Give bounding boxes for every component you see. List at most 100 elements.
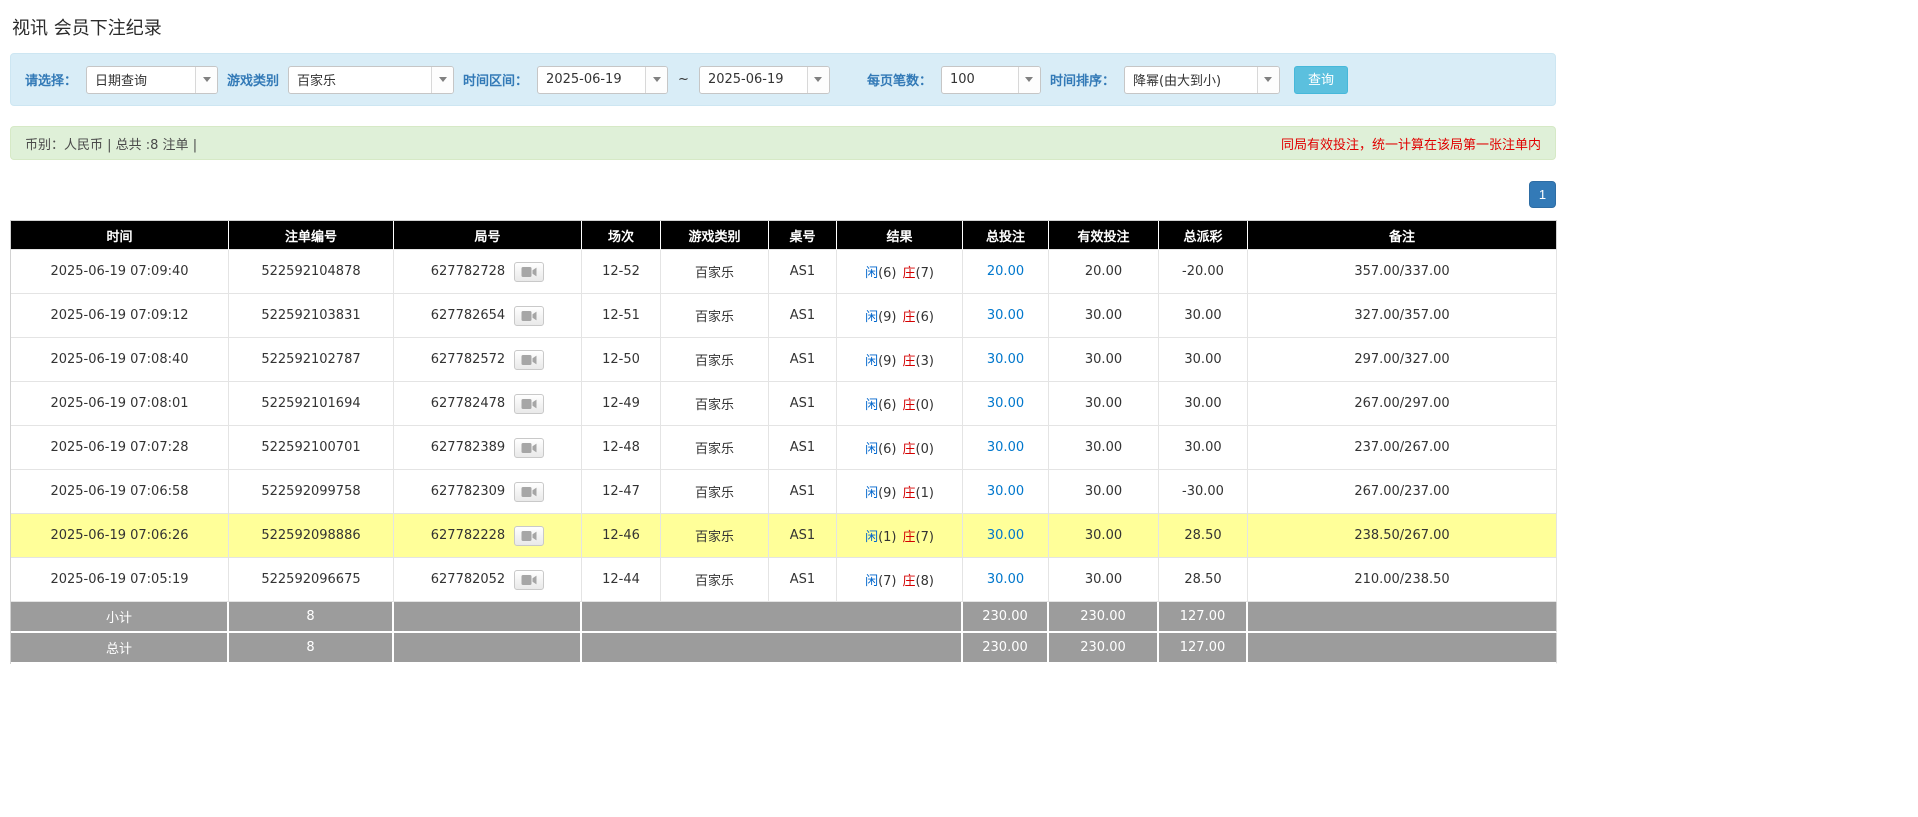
game-type-select[interactable]: 百家乐	[288, 66, 454, 94]
sort-order-select[interactable]: 降幂(由大到小)	[1124, 66, 1280, 94]
column-header-9: 有效投注	[1049, 221, 1159, 250]
column-header-5: 游戏类别	[661, 221, 769, 250]
column-header-3: 局号	[394, 221, 582, 250]
cell-remark: 237.00/267.00	[1248, 426, 1557, 470]
round-id-text: 627782572	[431, 352, 505, 367]
cell-valid-bet: 20.00	[1049, 250, 1159, 294]
video-replay-button[interactable]	[514, 526, 544, 546]
cell-game: 百家乐	[661, 338, 769, 382]
cell-session: 12-50	[582, 338, 661, 382]
subtotal-empty-remark	[1248, 602, 1557, 633]
pagination-page-1[interactable]: 1	[1529, 181, 1556, 208]
result-banker-score: (7)	[916, 530, 934, 545]
result-banker-label: 庄	[903, 530, 916, 545]
cell-remark: 210.00/238.50	[1248, 558, 1557, 602]
query-button[interactable]: 查询	[1294, 66, 1348, 94]
total-empty-round	[394, 633, 582, 664]
caret-down-icon[interactable]	[431, 67, 453, 93]
total-payout: 127.00	[1159, 633, 1248, 664]
result-player-score: (1)	[878, 530, 896, 545]
result-banker-label: 庄	[903, 442, 916, 457]
cell-table-no: AS1	[769, 426, 837, 470]
round-id-text: 627782228	[431, 528, 505, 543]
total-bet-link[interactable]: 30.00	[987, 308, 1024, 323]
pagination: 1	[10, 181, 1556, 208]
subtotal-empty-mid	[582, 602, 963, 633]
total-row: 总计 8 230.00 230.00 127.00	[11, 633, 1557, 664]
cell-round-id: 627782309	[394, 470, 582, 514]
query-type-value: 日期查询	[87, 67, 195, 93]
total-valid-bet: 230.00	[1049, 633, 1159, 664]
cell-game: 百家乐	[661, 558, 769, 602]
cell-valid-bet: 30.00	[1049, 382, 1159, 426]
result-banker-label: 庄	[903, 486, 916, 501]
column-header-10: 总派彩	[1159, 221, 1248, 250]
cell-session: 12-44	[582, 558, 661, 602]
caret-down-icon[interactable]	[645, 67, 667, 93]
bet-records-table: 时间注单编号局号场次游戏类别桌号结果总投注有效投注总派彩备注 2025-06-1…	[10, 220, 1557, 664]
total-bet-link[interactable]: 30.00	[987, 572, 1024, 587]
cell-remark: 357.00/337.00	[1248, 250, 1557, 294]
table-row: 2025-06-19 07:08:40 522592102787 6277825…	[11, 338, 1557, 382]
subtotal-row: 小计 8 230.00 230.00 127.00	[11, 602, 1557, 633]
game-type-label: 游戏类别	[227, 70, 279, 89]
summary-bar: 币别：人民币 | 总共 :8 注单 | 同局有效投注，统一计算在该局第一张注单内	[10, 126, 1556, 160]
column-header-4: 场次	[582, 221, 661, 250]
cell-remark: 267.00/237.00	[1248, 470, 1557, 514]
video-replay-button[interactable]	[514, 438, 544, 458]
query-type-select[interactable]: 日期查询	[86, 66, 218, 94]
cell-table-no: AS1	[769, 294, 837, 338]
subtotal-empty-round	[394, 602, 582, 633]
total-total-bet: 230.00	[963, 633, 1049, 664]
page-size-value: 100	[942, 67, 1018, 93]
result-player-label: 闲	[865, 486, 878, 501]
caret-down-icon[interactable]	[195, 67, 217, 93]
total-bet-link[interactable]: 30.00	[987, 352, 1024, 367]
total-bet-link[interactable]: 20.00	[987, 264, 1024, 279]
cell-total-bet: 30.00	[963, 558, 1049, 602]
table-row: 2025-06-19 07:06:26 522592098886 6277822…	[11, 514, 1557, 558]
video-replay-button[interactable]	[514, 570, 544, 590]
cell-round-id: 627782478	[394, 382, 582, 426]
column-header-6: 桌号	[769, 221, 837, 250]
video-camera-icon	[521, 354, 537, 366]
subtotal-payout: 127.00	[1159, 602, 1248, 633]
video-replay-button[interactable]	[514, 306, 544, 326]
cell-payout: 30.00	[1159, 382, 1248, 426]
cell-total-bet: 30.00	[963, 382, 1049, 426]
cell-total-bet: 30.00	[963, 294, 1049, 338]
cell-result: 闲(6)庄(0)	[837, 382, 963, 426]
cell-bet-id: 522592099758	[229, 470, 394, 514]
result-banker-score: (8)	[916, 574, 934, 589]
result-player-label: 闲	[865, 530, 878, 545]
video-replay-button[interactable]	[514, 394, 544, 414]
result-banker-label: 庄	[903, 354, 916, 369]
page-size-select[interactable]: 100	[941, 66, 1041, 94]
caret-down-icon[interactable]	[807, 67, 829, 93]
total-bet-link[interactable]: 30.00	[987, 396, 1024, 411]
caret-down-icon[interactable]	[1257, 67, 1279, 93]
result-banker-label: 庄	[903, 266, 916, 281]
result-player-score: (6)	[878, 398, 896, 413]
total-bet-link[interactable]: 30.00	[987, 528, 1024, 543]
cell-table-no: AS1	[769, 470, 837, 514]
cell-payout: -30.00	[1159, 470, 1248, 514]
table-row: 2025-06-19 07:09:12 522592103831 6277826…	[11, 294, 1557, 338]
sort-order-label: 时间排序：	[1050, 70, 1115, 89]
cell-session: 12-46	[582, 514, 661, 558]
date-to-select[interactable]: 2025-06-19	[699, 66, 830, 94]
date-from-select[interactable]: 2025-06-19	[537, 66, 668, 94]
result-banker-score: (6)	[916, 310, 934, 325]
cell-time: 2025-06-19 07:08:01	[11, 382, 229, 426]
cell-game: 百家乐	[661, 514, 769, 558]
video-replay-button[interactable]	[514, 350, 544, 370]
subtotal-count: 8	[229, 602, 394, 633]
total-bet-link[interactable]: 30.00	[987, 440, 1024, 455]
round-id-text: 627782309	[431, 484, 505, 499]
result-player-score: (7)	[878, 574, 896, 589]
total-bet-link[interactable]: 30.00	[987, 484, 1024, 499]
video-replay-button[interactable]	[514, 482, 544, 502]
cell-bet-id: 522592103831	[229, 294, 394, 338]
video-replay-button[interactable]	[514, 262, 544, 282]
caret-down-icon[interactable]	[1018, 67, 1040, 93]
